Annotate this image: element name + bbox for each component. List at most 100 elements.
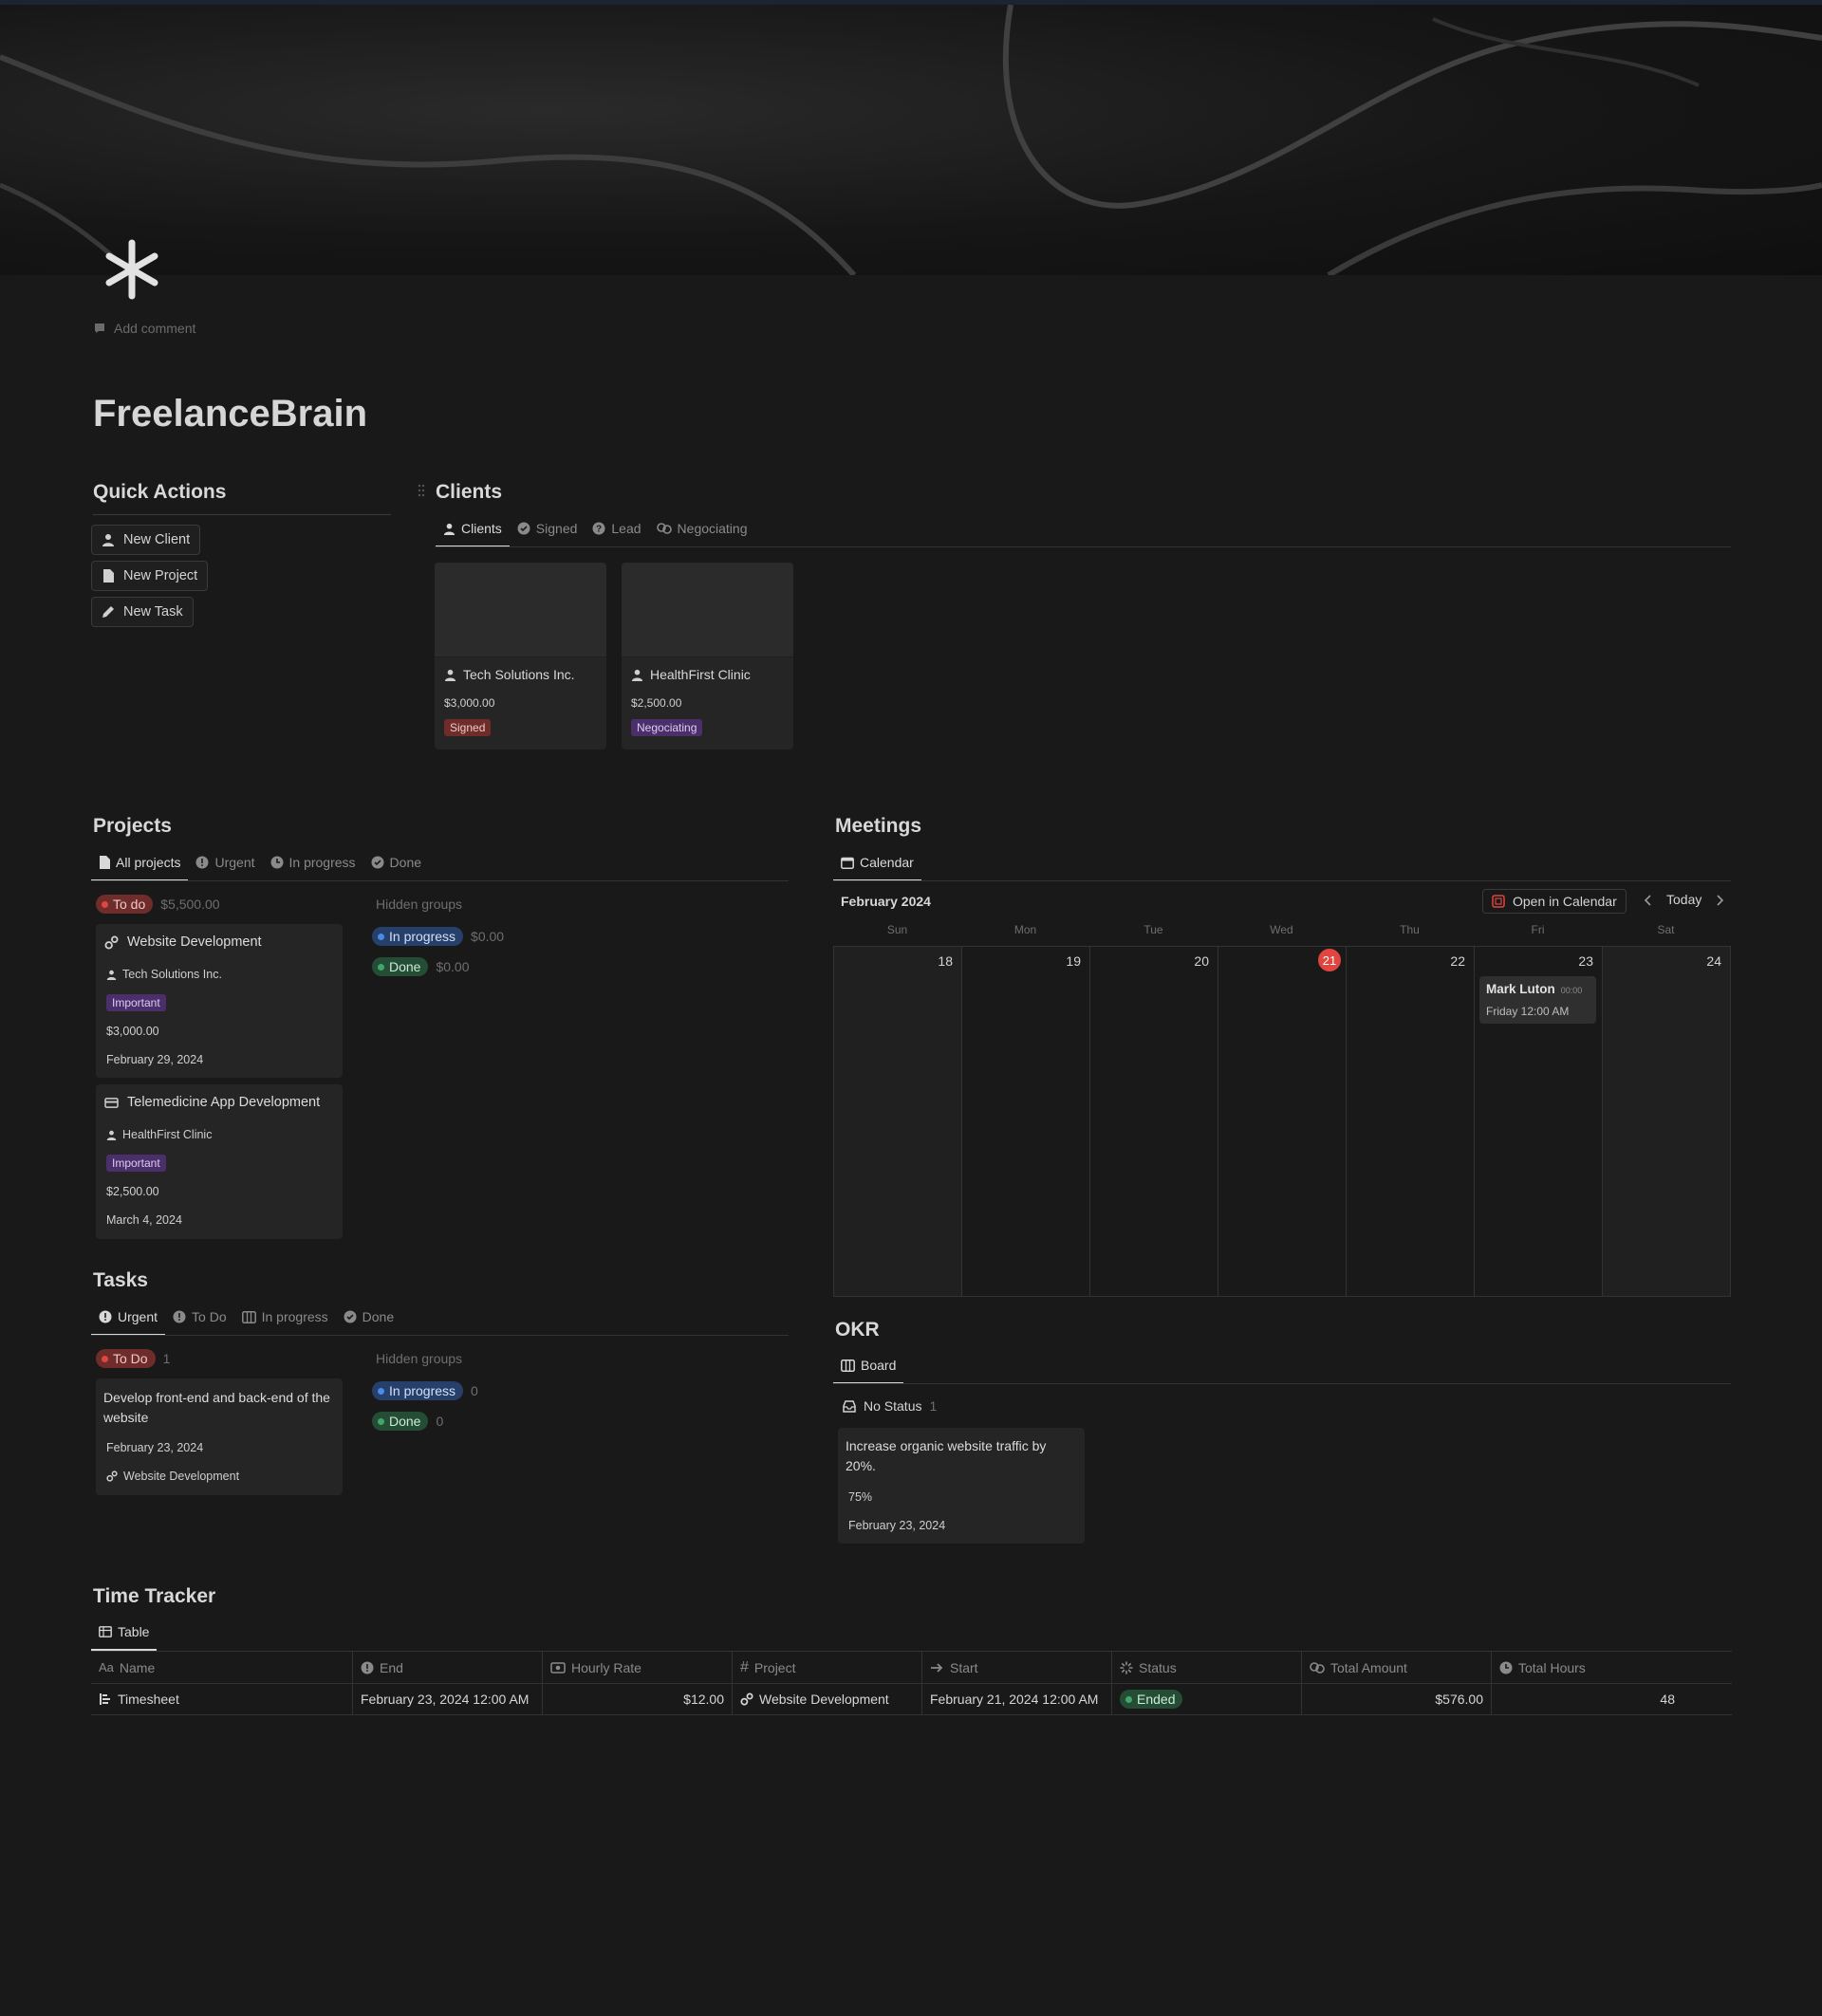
weekday-label: Wed bbox=[1270, 923, 1293, 936]
event-when: Friday 12:00 AM bbox=[1486, 1005, 1570, 1018]
cell-name[interactable]: Timesheet bbox=[91, 1684, 353, 1714]
calendar-day-cell[interactable]: 22 bbox=[1347, 947, 1475, 1296]
board-icon bbox=[241, 1310, 256, 1323]
cell-project[interactable]: Website Development bbox=[733, 1684, 922, 1714]
drag-handle-icon[interactable] bbox=[418, 484, 425, 497]
open-in-calendar-button[interactable]: Open in Calendar bbox=[1482, 889, 1627, 914]
project-card[interactable]: Telemedicine App Development HealthFirst… bbox=[96, 1084, 343, 1239]
project-client: Tech Solutions Inc. bbox=[122, 968, 222, 981]
chevron-left-icon[interactable] bbox=[1642, 894, 1655, 907]
column-header-hourly-rate[interactable]: Hourly Rate bbox=[543, 1652, 733, 1683]
document-icon bbox=[103, 569, 114, 583]
check-circle-icon bbox=[371, 856, 384, 869]
tab-signed[interactable]: Signed bbox=[510, 509, 586, 547]
group-count: 0 bbox=[471, 1383, 478, 1398]
project-client: HealthFirst Clinic bbox=[122, 1128, 213, 1141]
table-icon bbox=[99, 1626, 112, 1637]
project-card[interactable]: Website Development Tech Solutions Inc. … bbox=[96, 924, 343, 1078]
hidden-group-done[interactable]: Done $0.00 bbox=[372, 957, 470, 976]
tab-done[interactable]: Done bbox=[336, 1298, 401, 1336]
group-pill-to-do: To Do bbox=[96, 1349, 156, 1368]
group-count: 1 bbox=[162, 1351, 171, 1366]
chevron-right-icon[interactable] bbox=[1713, 894, 1726, 907]
tasks-group-header: To Do 1 bbox=[96, 1349, 170, 1368]
column-header-total-hours[interactable]: Total Hours bbox=[1492, 1652, 1732, 1683]
tab-all-projects[interactable]: All projects bbox=[91, 843, 189, 881]
tab-table[interactable]: Table bbox=[91, 1613, 158, 1651]
tab-in-progress[interactable]: In progress bbox=[263, 843, 363, 881]
cell-total-hours[interactable]: 48 bbox=[1492, 1684, 1732, 1714]
group-pill-to-do: To do bbox=[96, 895, 154, 914]
client-card[interactable]: HealthFirst Clinic $2,500.00 Negociating bbox=[622, 563, 793, 749]
calendar-day-cell[interactable]: 21 bbox=[1218, 947, 1347, 1296]
calendar-day-cell[interactable]: 19 bbox=[962, 947, 1090, 1296]
weekday-label: Fri bbox=[1531, 923, 1545, 936]
add-comment-button[interactable]: Add comment bbox=[93, 321, 195, 336]
new-task-button[interactable]: New Task bbox=[91, 597, 194, 627]
tab-done-label: Done bbox=[389, 855, 422, 870]
tab-to-do[interactable]: To Do bbox=[165, 1298, 234, 1336]
hidden-group-in-progress[interactable]: In progress 0 bbox=[372, 1381, 478, 1400]
tab-clients[interactable]: Clients bbox=[436, 509, 510, 547]
column-header-project[interactable]: # Project bbox=[733, 1652, 922, 1683]
group-pill-in-progress: In progress bbox=[372, 927, 464, 946]
group-label: No Status bbox=[864, 1398, 922, 1414]
calendar-day-cell[interactable]: 24 bbox=[1603, 947, 1730, 1296]
cell-total-amount[interactable]: $576.00 bbox=[1302, 1684, 1492, 1714]
column-header-name[interactable]: Aa Name bbox=[91, 1652, 353, 1683]
calendar-event[interactable]: Mark Luton 00:00 Friday 12:00 AM bbox=[1479, 976, 1596, 1024]
tab-done[interactable]: Done bbox=[363, 843, 429, 881]
cell-hourly-rate[interactable]: $12.00 bbox=[543, 1684, 733, 1714]
asterisk-page-icon[interactable] bbox=[100, 237, 164, 302]
new-client-button[interactable]: New Client bbox=[91, 525, 201, 555]
board-icon bbox=[841, 1359, 855, 1372]
tab-all-projects-label: All projects bbox=[116, 855, 181, 870]
client-amount: $3,000.00 bbox=[444, 696, 495, 710]
weekday-label: Mon bbox=[1013, 923, 1037, 936]
calendar-day-cell[interactable]: 18 bbox=[834, 947, 962, 1296]
hidden-group-in-progress[interactable]: In progress $0.00 bbox=[372, 927, 504, 946]
new-project-button[interactable]: New Project bbox=[91, 561, 209, 591]
tab-urgent-label: Urgent bbox=[118, 1309, 158, 1324]
project-amount: $2,500.00 bbox=[106, 1185, 159, 1198]
tab-urgent[interactable]: Urgent bbox=[188, 843, 262, 881]
day-number: 24 bbox=[1706, 953, 1721, 969]
column-header-start[interactable]: Start bbox=[922, 1652, 1112, 1683]
tab-in-progress[interactable]: In progress bbox=[234, 1298, 336, 1336]
person-icon bbox=[443, 523, 456, 535]
calendar-day-cell[interactable]: 20 bbox=[1090, 947, 1218, 1296]
event-title: Mark Luton bbox=[1486, 982, 1555, 996]
client-amount: $2,500.00 bbox=[631, 696, 682, 710]
task-card[interactable]: Develop front-end and back-end of the we… bbox=[96, 1378, 343, 1495]
pencil-icon bbox=[102, 606, 114, 618]
tab-lead[interactable]: ? Lead bbox=[585, 509, 648, 547]
tab-urgent[interactable]: Urgent bbox=[91, 1298, 166, 1336]
timeline-icon bbox=[100, 1693, 110, 1705]
column-header-end[interactable]: End bbox=[353, 1652, 543, 1683]
meetings-heading: Meetings bbox=[835, 815, 922, 837]
client-card-cover bbox=[435, 563, 606, 657]
cell-status[interactable]: Ended bbox=[1112, 1684, 1302, 1714]
tab-in-progress-label: In progress bbox=[288, 855, 356, 870]
tab-negociating[interactable]: Negociating bbox=[649, 509, 755, 547]
quick-actions-heading: Quick Actions bbox=[93, 481, 227, 503]
cell-end[interactable]: February 23, 2024 12:00 AM bbox=[353, 1684, 543, 1714]
row-project: Website Development bbox=[759, 1692, 889, 1707]
tab-calendar[interactable]: Calendar bbox=[833, 843, 921, 881]
column-header-status[interactable]: Status bbox=[1112, 1652, 1302, 1683]
client-card-title: HealthFirst Clinic bbox=[631, 667, 751, 682]
cell-start[interactable]: February 21, 2024 12:00 AM bbox=[922, 1684, 1112, 1714]
hidden-group-done[interactable]: Done 0 bbox=[372, 1412, 443, 1431]
client-card[interactable]: Tech Solutions Inc. $3,000.00 Signed bbox=[435, 563, 606, 749]
table-row[interactable]: Timesheet February 23, 2024 12:00 AM $12… bbox=[91, 1684, 1732, 1715]
tab-board[interactable]: Board bbox=[833, 1346, 904, 1384]
event-title-row: Mark Luton 00:00 bbox=[1486, 982, 1582, 996]
today-button[interactable]: Today bbox=[1666, 892, 1701, 907]
projects-tabs-divider bbox=[91, 880, 789, 881]
gears-icon bbox=[104, 934, 119, 950]
calendar-day-cell[interactable]: 23 Mark Luton 00:00 Friday 12:00 AM bbox=[1475, 947, 1603, 1296]
question-circle-icon: ? bbox=[592, 522, 605, 535]
okr-card[interactable]: Increase organic website traffic by 20%.… bbox=[838, 1428, 1085, 1544]
hash-icon: # bbox=[740, 1658, 749, 1675]
column-header-total-amount[interactable]: Total Amount bbox=[1302, 1652, 1492, 1683]
